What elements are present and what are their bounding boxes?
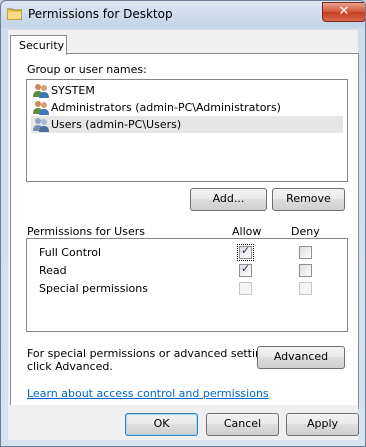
- users-group-icon: [33, 84, 49, 98]
- close-button[interactable]: ✕: [322, 2, 365, 22]
- advanced-help-text-line1: For special permissions or advanced sett…: [27, 347, 279, 360]
- group-names-label: Group or user names:: [27, 63, 147, 76]
- tab-security-label: Security: [19, 39, 65, 52]
- deny-special-checkbox: [299, 282, 312, 295]
- ok-button[interactable]: OK: [125, 413, 198, 436]
- permissions-for-label: Permissions for Users: [27, 225, 145, 238]
- list-item-label: Administrators (admin-PC\Administrators): [51, 101, 281, 114]
- checkmark-icon: ✓: [241, 244, 251, 257]
- group-user-list[interactable]: SYSTEM Administrators (admin-PC\Administ…: [26, 79, 348, 182]
- title-bar[interactable]: Permissions for Desktop ✕: [1, 1, 365, 28]
- permission-label-full-control: Full Control: [39, 246, 102, 259]
- advanced-button[interactable]: Advanced: [257, 346, 345, 369]
- allow-full-control-checkbox[interactable]: ✓: [237, 244, 254, 261]
- allow-special-checkbox: [239, 282, 252, 295]
- permissions-list: Full Control ✓ Read ✓ Special permission…: [26, 238, 348, 332]
- deny-full-control-checkbox[interactable]: [299, 246, 312, 259]
- deny-column-header: Deny: [291, 225, 320, 238]
- permission-label-special: Special permissions: [39, 282, 148, 295]
- advanced-help-text-line2: click Advanced.: [27, 360, 113, 373]
- permission-label-read: Read: [39, 264, 67, 277]
- list-item-label: SYSTEM: [51, 84, 95, 97]
- list-item-label: Users (admin-PC\Users): [51, 118, 182, 131]
- remove-button[interactable]: Remove: [272, 188, 345, 211]
- list-item-administrators[interactable]: Administrators (admin-PC\Administrators): [31, 99, 343, 116]
- allow-column-header: Allow: [232, 225, 262, 238]
- apply-button[interactable]: Apply: [286, 413, 359, 436]
- deny-read-checkbox[interactable]: [299, 264, 312, 277]
- list-item-system[interactable]: SYSTEM: [31, 82, 343, 99]
- folder-icon: [7, 8, 22, 20]
- users-group-icon: [33, 101, 49, 115]
- window-title: Permissions for Desktop: [28, 7, 173, 21]
- users-group-icon: [33, 118, 49, 132]
- checkmark-icon: ✓: [241, 262, 251, 275]
- list-item-users[interactable]: Users (admin-PC\Users): [31, 116, 343, 133]
- add-button[interactable]: Add...: [190, 188, 267, 211]
- cancel-button[interactable]: Cancel: [206, 413, 279, 436]
- permissions-window: Permissions for Desktop ✕ Security Group…: [0, 0, 366, 447]
- access-control-help-link[interactable]: Learn about access control and permissio…: [27, 387, 269, 400]
- tab-security[interactable]: Security: [10, 35, 67, 55]
- allow-read-checkbox[interactable]: ✓: [239, 262, 252, 277]
